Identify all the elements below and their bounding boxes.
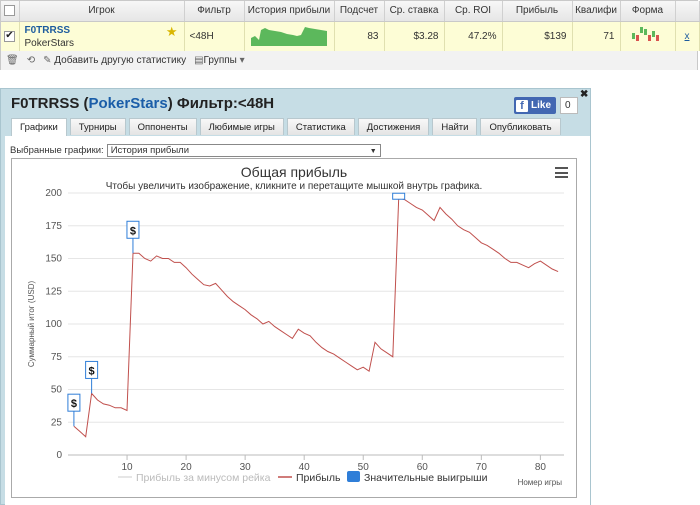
y-tick-label: 25	[51, 417, 63, 428]
tab-statistics[interactable]: Статистика	[286, 118, 355, 135]
window-title-filter: Фильтр:<48H	[176, 95, 275, 112]
edit-icon: ✎	[43, 55, 52, 66]
y-tick-label: 125	[45, 286, 62, 297]
profit-chart[interactable]: Общая прибыль Чтобы увеличить изображени…	[11, 158, 577, 498]
stats-table: Игрок Фильтр История прибыли Подсчет Ср.…	[1, 1, 700, 51]
x-tick-label: 10	[121, 462, 133, 473]
window-title-name: F0TRRSS	[11, 95, 80, 112]
column-header-profit-history[interactable]: История прибыли	[244, 1, 335, 22]
column-header-count[interactable]: Подсчет	[334, 1, 385, 22]
column-header-blank	[675, 1, 700, 22]
tab-find[interactable]: Найти	[432, 118, 478, 135]
y-tick-label: 100	[45, 319, 62, 330]
like-label: Like	[531, 100, 552, 111]
form-bars	[631, 26, 659, 41]
legend-symbol-big-wins	[347, 471, 360, 482]
like-count: 0	[560, 97, 579, 114]
chevron-down-icon: ▾	[239, 55, 245, 66]
stats-toolbar: 🗑 ⟲ ✎ Добавить другую статистику ▤Группы…	[1, 51, 697, 70]
player-site: PokerStars	[24, 37, 74, 49]
big-win-marker-label: $	[89, 365, 95, 377]
qualify-cell: 71	[572, 21, 621, 51]
x-tick-label: 80	[535, 462, 547, 473]
profit-history-sparkline	[244, 21, 335, 51]
groups-icon: ▤	[194, 55, 204, 66]
tab-opponents[interactable]: Оппоненты	[128, 118, 197, 135]
chart-canvas: 025507510012515017520010 20 30 40 50 60 70 80Су…	[27, 188, 564, 487]
select-all-header[interactable]	[1, 1, 20, 22]
chart-selector-label: Выбранные графики:	[10, 145, 104, 156]
remove-row-link[interactable]: x	[675, 21, 700, 51]
column-header-avg-stake[interactable]: Ср. ставка	[384, 1, 445, 22]
facebook-icon: f	[516, 99, 528, 112]
profit-cell: $139	[502, 21, 573, 51]
player-name-link[interactable]: F0TRRSS	[25, 25, 71, 36]
column-header-avg-roi[interactable]: Ср. ROI	[444, 1, 503, 22]
chart-selector-row: Выбранные графики: История прибыли	[10, 144, 381, 157]
big-win-marker-label: $	[71, 398, 77, 410]
column-header-filter[interactable]: Фильтр	[184, 1, 245, 22]
tab-charts[interactable]: Графики	[11, 118, 67, 136]
column-header-player[interactable]: Игрок	[19, 1, 185, 22]
like-button[interactable]: f Like	[514, 97, 557, 114]
window-title-site[interactable]: PokerStars	[89, 95, 168, 112]
legend-item-big-wins: Значительные выигрыши	[364, 472, 488, 484]
form-indicator	[620, 21, 676, 51]
star-icon[interactable]: ★	[166, 24, 178, 40]
window-title: F0TRRSS (PokerStars) Фильтр:<48H	[11, 95, 275, 112]
tab-favorite-games[interactable]: Любимые игры	[199, 118, 284, 135]
column-header-form[interactable]: Форма	[620, 1, 676, 22]
profit-series-line	[73, 197, 559, 438]
tab-publish[interactable]: Опубликовать	[480, 118, 561, 135]
y-tick-label: 200	[45, 188, 62, 199]
refresh-icon[interactable]: ⟲	[27, 55, 35, 66]
groups-label: Группы	[203, 55, 237, 66]
big-win-marker-label: $	[130, 225, 136, 237]
tab-achievements[interactable]: Достижения	[357, 118, 430, 135]
charts-panel: Выбранные графики: История прибыли Общая…	[5, 136, 590, 505]
y-tick-label: 175	[45, 221, 62, 232]
legend-item-profit: Прибыль	[296, 472, 341, 484]
tab-tournaments[interactable]: Турниры	[69, 118, 126, 135]
legend-item-net-profit: Прибыль за минусом рейка	[136, 472, 271, 484]
column-header-qualify[interactable]: Квалифи	[572, 1, 621, 22]
select-all-checkbox[interactable]	[4, 5, 16, 17]
trash-icon[interactable]: 🗑	[6, 55, 19, 66]
groups-button[interactable]: ▤Группы ▾	[194, 55, 245, 66]
y-tick-label: 150	[45, 254, 62, 265]
window-tabs: Графики Турниры Оппоненты Любимые игры С…	[11, 118, 561, 136]
big-win-marker	[392, 192, 406, 200]
sparkline-chart	[251, 26, 327, 46]
avg-roi-cell: 47.2%	[444, 21, 503, 51]
y-tick-label: 0	[56, 450, 62, 461]
x-axis-label: Номер игры	[518, 478, 563, 487]
column-header-profit[interactable]: Прибыль	[502, 1, 573, 22]
stats-panel: Игрок Фильтр История прибыли Подсчет Ср.…	[0, 0, 700, 70]
chart-selector[interactable]: История прибыли	[106, 144, 381, 157]
y-tick-label: 50	[51, 385, 63, 396]
close-icon[interactable]: ✖	[580, 90, 590, 100]
count-cell: 83	[334, 21, 385, 51]
add-stats-label: Добавить другую статистику	[54, 55, 187, 66]
table-row[interactable]: F0TRRSS PokerStars ★ <48H 83 $3.28 47.2%…	[1, 21, 700, 51]
avg-stake-cell: $3.28	[384, 21, 445, 51]
add-stats-button[interactable]: ✎ Добавить другую статистику	[43, 55, 186, 66]
y-tick-label: 75	[51, 352, 63, 363]
filter-cell: <48H	[184, 21, 245, 51]
row-checkbox[interactable]	[4, 30, 16, 42]
facebook-like[interactable]: f Like 0	[514, 97, 579, 114]
y-axis-label: Суммарный итог (USD)	[27, 281, 36, 368]
